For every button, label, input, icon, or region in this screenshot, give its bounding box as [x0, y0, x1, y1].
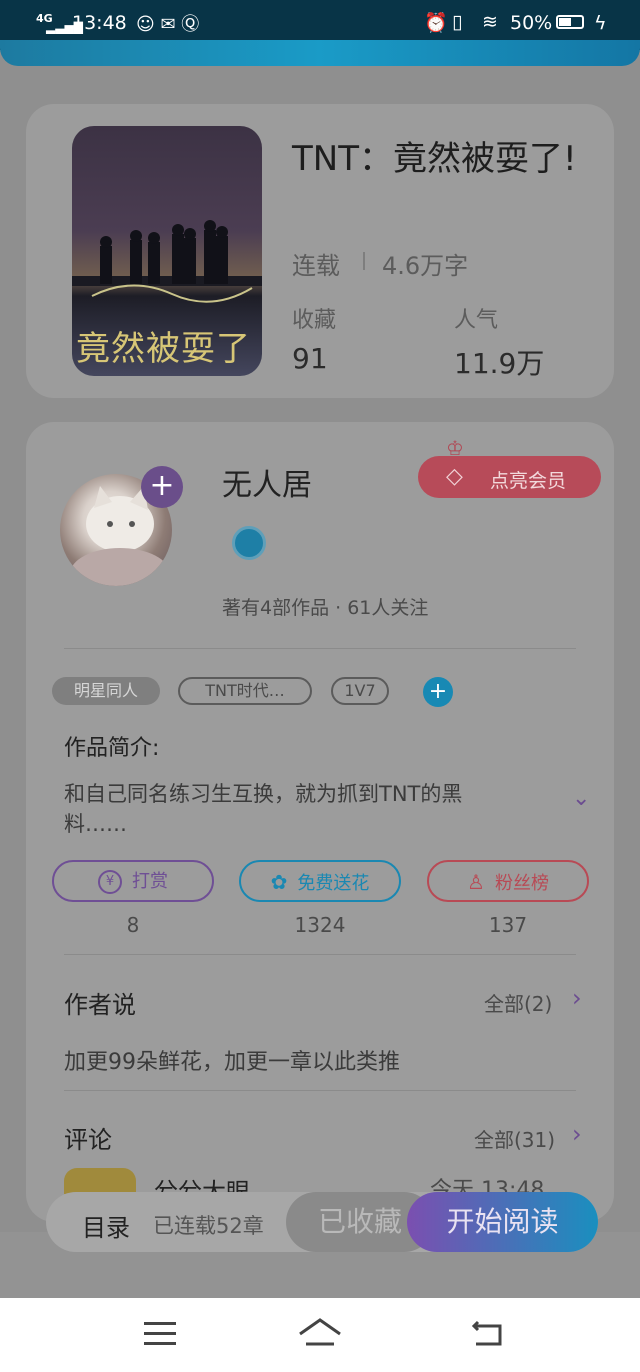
- charging-icon: ϟ: [594, 12, 607, 34]
- follow-author-button[interactable]: +: [141, 466, 183, 508]
- author-name: 无人居: [222, 468, 312, 503]
- yen-icon: ¥: [98, 870, 122, 894]
- start-reading-label: 开始阅读: [446, 1205, 559, 1238]
- author-says-heading: 作者说: [64, 991, 136, 1019]
- menu-icon[interactable]: [144, 1322, 176, 1346]
- expand-chevron-icon[interactable]: ⌄: [572, 786, 590, 811]
- favorites-value: 91: [292, 342, 328, 375]
- tip-label: 打赏: [132, 871, 168, 892]
- notification-icons: ☺ ✉ Ⓠ: [136, 14, 200, 35]
- favorites-label: 收藏: [292, 308, 337, 333]
- popularity-value: 11.9万: [454, 347, 545, 380]
- home-icon[interactable]: [298, 1316, 342, 1352]
- divider-1: [64, 648, 576, 649]
- battery-percent: 50%: [510, 12, 553, 34]
- chevron-right-icon[interactable]: ›: [572, 984, 582, 1012]
- book-word-count: 4.6万字: [382, 252, 469, 280]
- comments-all-link[interactable]: 全部(31): [474, 1124, 555, 1153]
- meta-divider: [363, 252, 365, 270]
- author-badge-icon: [232, 526, 266, 560]
- flower-icon: ✿: [270, 870, 288, 894]
- back-icon[interactable]: [470, 1318, 506, 1352]
- send-flower-button[interactable]: ✿ 免费送花: [239, 860, 401, 902]
- vip-button[interactable]: ◇ 点亮会员: [418, 456, 601, 498]
- fans-rank-label: 粉丝榜: [494, 873, 549, 894]
- chevron-right-icon[interactable]: ›: [572, 1120, 582, 1148]
- diamond-icon: ◇: [446, 464, 463, 489]
- catalog-button[interactable]: 目录: [82, 1208, 130, 1243]
- vibrate-icon: ▯: [452, 11, 463, 33]
- tip-button[interactable]: ¥ 打赏: [52, 860, 214, 902]
- intro-text-line2: 料……: [64, 812, 127, 836]
- popularity-label: 人气: [454, 308, 499, 333]
- vip-button-label: 点亮会员: [490, 470, 567, 492]
- intro-text-line1: 和自己同名练习生互换，就为抓到TNT的黑: [64, 782, 463, 806]
- status-time: 13:48: [72, 12, 127, 34]
- author-says-text: 加更99朵鲜花，加更一章以此类推: [64, 1050, 400, 1075]
- wifi-icon: ≋: [482, 11, 498, 33]
- author-stats: 著有4部作品 · 61人关注: [222, 597, 429, 619]
- chapter-count: 已连载52章: [153, 1214, 264, 1238]
- fans-count: 137: [488, 913, 528, 937]
- book-cover[interactable]: 竟然被耍了: [72, 126, 262, 376]
- fans-rank-button[interactable]: ♙ 粉丝榜: [427, 860, 589, 902]
- user-icon: ♙: [467, 870, 485, 894]
- tag-chip[interactable]: TNT时代…: [178, 677, 312, 705]
- flower-count: 1324: [294, 913, 346, 937]
- book-status: 连载: [292, 252, 340, 280]
- book-title: TNT：竟然被耍了!: [292, 139, 577, 179]
- alarm-icon: ⏰: [424, 12, 448, 34]
- start-reading-button[interactable]: 开始阅读: [407, 1192, 598, 1252]
- tip-count: 8: [126, 913, 140, 937]
- tag-chip[interactable]: 明星同人: [52, 677, 160, 705]
- send-flower-label: 免费送花: [297, 873, 370, 894]
- comments-heading: 评论: [64, 1126, 112, 1154]
- author-says-all-link[interactable]: 全部(2): [484, 988, 552, 1017]
- divider-3: [64, 1090, 576, 1091]
- comment-time: 今天 13:48: [430, 1178, 545, 1194]
- commenter-name: 兮兮大眼: [154, 1178, 250, 1194]
- intro-heading: 作品简介:: [64, 736, 160, 761]
- system-nav-bar: [0, 1298, 640, 1372]
- collected-label: 已收藏: [317, 1205, 402, 1238]
- cover-title-text: 竟然被耍了: [76, 329, 251, 369]
- commenter-badge-icon: [64, 1168, 136, 1194]
- battery-icon: [556, 15, 584, 29]
- tag-chip[interactable]: 1V7: [331, 677, 389, 705]
- header-band: [0, 40, 640, 66]
- divider-2: [64, 954, 576, 955]
- add-tag-button[interactable]: +: [423, 677, 453, 707]
